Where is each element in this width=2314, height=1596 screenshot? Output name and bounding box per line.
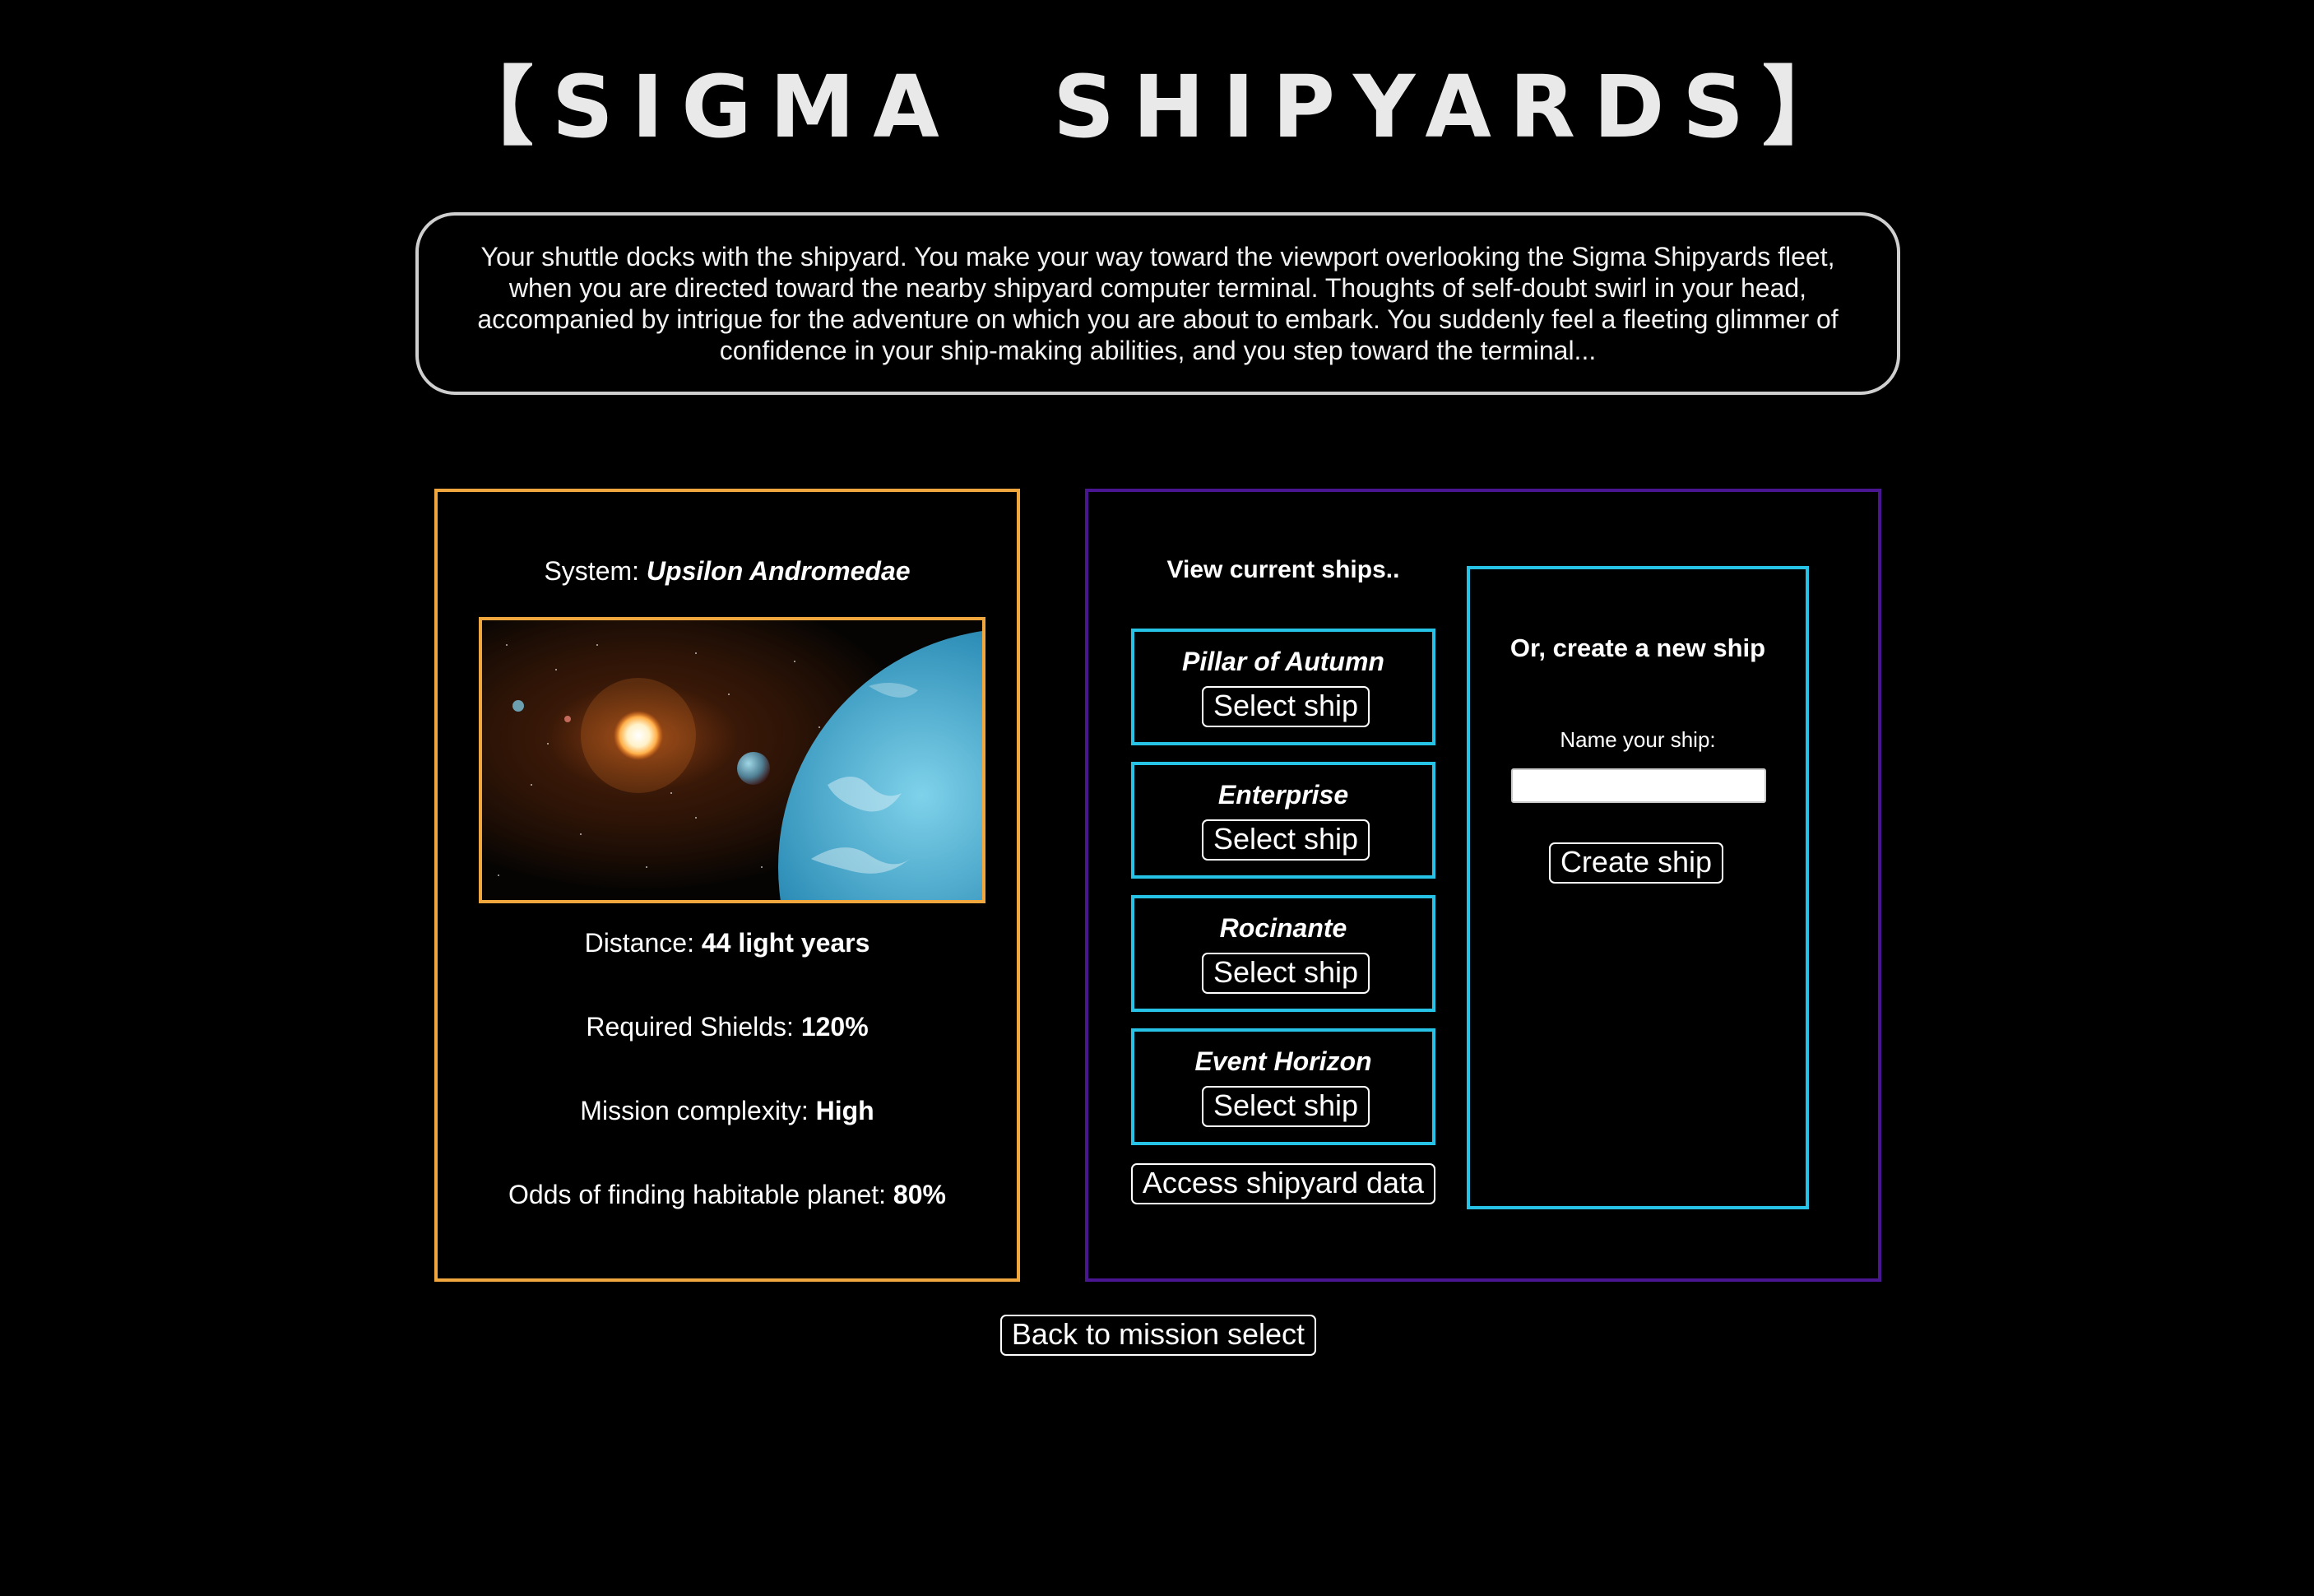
system-value: Upsilon Andromedae [646, 556, 911, 586]
distance-value: 44 light years [701, 928, 870, 958]
create-ship-button[interactable]: Create ship [1549, 842, 1723, 884]
ship-card: Event Horizon Select ship [1131, 1028, 1435, 1145]
distance-line: Distance: 44 light years [438, 928, 1017, 958]
page: 【SIGMA SHIPYARDS】 Your shuttle docks wit… [0, 0, 2314, 1596]
planet-system-illustration [482, 620, 982, 900]
select-ship-button[interactable]: Select ship [1202, 1086, 1370, 1127]
planet-system-image [479, 617, 985, 903]
view-ships-label: View current ships.. [1166, 556, 1400, 583]
mission-info-panel: System: Upsilon Andromedae Distance: 44 … [434, 489, 1020, 1282]
back-to-mission-select-button[interactable]: Back to mission select [1000, 1315, 1316, 1356]
ship-name: Rocinante [1219, 913, 1347, 943]
select-ship-button[interactable]: Select ship [1202, 953, 1370, 994]
ship-name-label: Name your ship: [1560, 727, 1716, 752]
odds-value: 80% [893, 1180, 946, 1209]
ship-card: Enterprise Select ship [1131, 762, 1435, 879]
access-shipyard-data-button[interactable]: Access shipyard data [1131, 1163, 1435, 1204]
ship-name-input[interactable] [1511, 768, 1766, 803]
complexity-value: High [815, 1096, 874, 1125]
odds-line: Odds of finding habitable planet: 80% [438, 1180, 1017, 1210]
system-label: System: [544, 556, 647, 586]
ship-name: Event Horizon [1194, 1046, 1372, 1076]
select-ship-button[interactable]: Select ship [1202, 686, 1370, 727]
ships-panel: View current ships.. Pillar of Autumn Se… [1085, 489, 1881, 1282]
page-title: 【SIGMA SHIPYARDS】 [447, 57, 1867, 157]
complexity-label: Mission complexity: [580, 1096, 816, 1125]
shields-label: Required Shields: [586, 1012, 801, 1042]
intro-textbox: Your shuttle docks with the shipyard. Yo… [415, 212, 1900, 395]
intro-text: Your shuttle docks with the shipyard. Yo… [477, 242, 1839, 365]
ship-card: Pillar of Autumn Select ship [1131, 629, 1435, 745]
shields-value: 120% [800, 1012, 869, 1042]
system-line: System: Upsilon Andromedae [438, 556, 1017, 587]
select-ship-button[interactable]: Select ship [1202, 819, 1370, 861]
distance-label: Distance: [584, 928, 702, 958]
create-ship-panel: Or, create a new ship Name your ship: Cr… [1467, 566, 1809, 1209]
shields-line: Required Shields: 120% [438, 1012, 1017, 1042]
ship-name: Pillar of Autumn [1182, 647, 1384, 676]
ship-card: Rocinante Select ship [1131, 895, 1435, 1012]
complexity-line: Mission complexity: High [438, 1096, 1017, 1126]
ship-name: Enterprise [1217, 780, 1349, 810]
odds-label: Odds of finding habitable planet: [508, 1180, 893, 1209]
create-ship-title: Or, create a new ship [1509, 633, 1766, 662]
